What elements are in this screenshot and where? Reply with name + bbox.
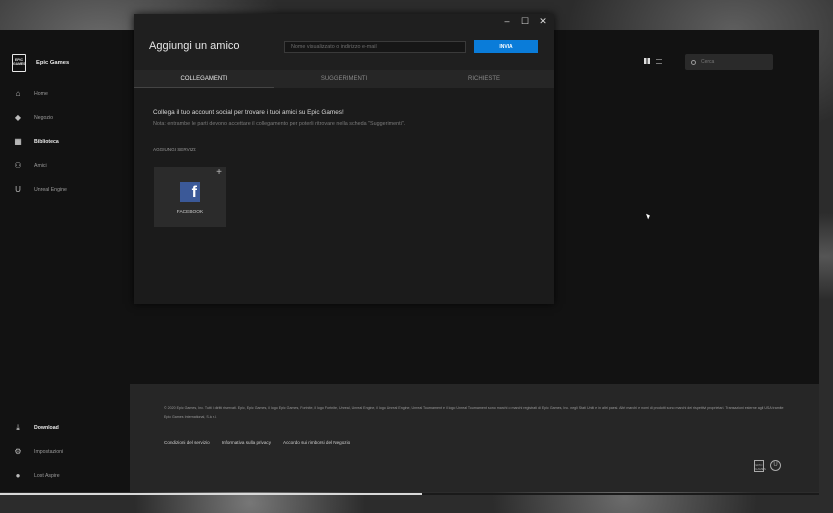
sidebar-item-label: Negozio: [34, 115, 54, 121]
send-request-button[interactable]: INVIA: [474, 40, 538, 53]
sidebar: EPIC GAMES Epic Games ⌂ Home ◆ Negozio ▦…: [0, 30, 130, 492]
unreal-engine-logo: U: [770, 460, 781, 471]
epic-games-logo: EPIC GAMES: [754, 460, 766, 472]
dialog-titlebar: – ☐ ✕: [502, 16, 548, 26]
plus-icon: +: [216, 167, 222, 178]
sidebar-item-unreal-engine[interactable]: U Unreal Engine: [14, 184, 67, 196]
home-icon: ⌂: [15, 89, 21, 98]
download-progress-fill: [0, 493, 422, 495]
download-icon: ⤓: [16, 423, 20, 432]
sidebar-item-library[interactable]: ▦ Biblioteca: [14, 136, 59, 148]
sidebar-item-home[interactable]: ⌂ Home: [14, 88, 48, 100]
sidebar-item-friends[interactable]: ⚇ Amici: [14, 160, 47, 172]
search-box[interactable]: [685, 54, 773, 70]
tab-requests[interactable]: RICHIESTE: [414, 70, 554, 88]
brand-name: Epic Games: [36, 60, 70, 66]
facebook-icon: f: [180, 182, 200, 202]
view-toggles: [644, 58, 662, 64]
grid-icon: ▦: [14, 137, 22, 146]
service-name: FACEBOOK: [176, 210, 204, 215]
dialog-maximize-button[interactable]: ☐: [520, 16, 530, 26]
add-services-label: AGGIUNGI SERVIZI:: [153, 147, 197, 152]
search-input[interactable]: [701, 59, 771, 65]
dialog-minimize-button[interactable]: –: [502, 16, 512, 26]
sidebar-item-label: Amici: [34, 163, 47, 169]
add-friend-dialog: – ☐ ✕ Aggiungi un amico INVIA COLLEGAMEN…: [134, 14, 554, 304]
tab-suggestions[interactable]: SUGGERIMENTI: [274, 70, 414, 88]
sidebar-item-store[interactable]: ◆ Negozio: [14, 112, 53, 124]
connect-note: Nota: entrambe le parti devono accettare…: [153, 121, 406, 127]
sidebar-item-settings[interactable]: ⚙ Impostazioni: [14, 446, 63, 458]
sidebar-item-label: Download: [34, 425, 59, 431]
grid-view-icon[interactable]: [644, 58, 650, 64]
brand[interactable]: EPIC GAMES Epic Games: [12, 54, 69, 72]
refund-policy-link[interactable]: Accordo sui rimborsi del Negozio: [283, 440, 350, 445]
footer-legal-text: © 2020 Epic Games, Inc. Tutti i diritti …: [164, 406, 784, 419]
dialog-close-button[interactable]: ✕: [538, 16, 548, 26]
dialog-title: Aggiungi un amico: [149, 40, 240, 52]
sidebar-item-label: Unreal Engine: [34, 187, 67, 193]
search-icon: [691, 59, 696, 65]
dialog-tabs: COLLEGAMENTI SUGGERIMENTI RICHIESTE: [134, 70, 554, 88]
unreal-icon: U: [15, 185, 21, 194]
terms-of-service-link[interactable]: Condizioni del servizio: [164, 440, 210, 445]
download-progress-bar: [0, 493, 819, 495]
sidebar-item-account[interactable]: ● Lost Aspire: [14, 470, 60, 482]
sidebar-item-label: Home: [34, 91, 48, 97]
dialog-body: Collega il tuo account social per trovar…: [134, 88, 554, 304]
list-view-icon[interactable]: [656, 58, 662, 64]
sidebar-item-label: Biblioteca: [34, 139, 59, 145]
sidebar-item-label: Lost Aspire: [34, 473, 60, 479]
gear-icon: ⚙: [14, 447, 22, 456]
tab-connections[interactable]: COLLEGAMENTI: [134, 70, 274, 88]
connect-heading: Collega il tuo account social per trovar…: [153, 109, 344, 116]
footer: © 2020 Epic Games, Inc. Tutti i diritti …: [130, 384, 819, 492]
epic-games-logo: EPIC GAMES: [12, 54, 26, 72]
user-icon: ●: [15, 471, 21, 480]
friend-name-input[interactable]: [284, 41, 466, 53]
sidebar-item-download[interactable]: ⤓ Download: [14, 422, 59, 434]
facebook-service-card[interactable]: + f FACEBOOK: [154, 167, 226, 227]
friends-icon: ⚇: [14, 161, 22, 170]
tag-icon: ◆: [14, 113, 22, 122]
footer-logos: EPIC GAMES U: [754, 460, 781, 472]
privacy-policy-link[interactable]: Informativa sulla privacy: [222, 440, 271, 445]
footer-links: Condizioni del servizio Informativa sull…: [164, 440, 350, 445]
sidebar-item-label: Impostazioni: [34, 449, 64, 455]
